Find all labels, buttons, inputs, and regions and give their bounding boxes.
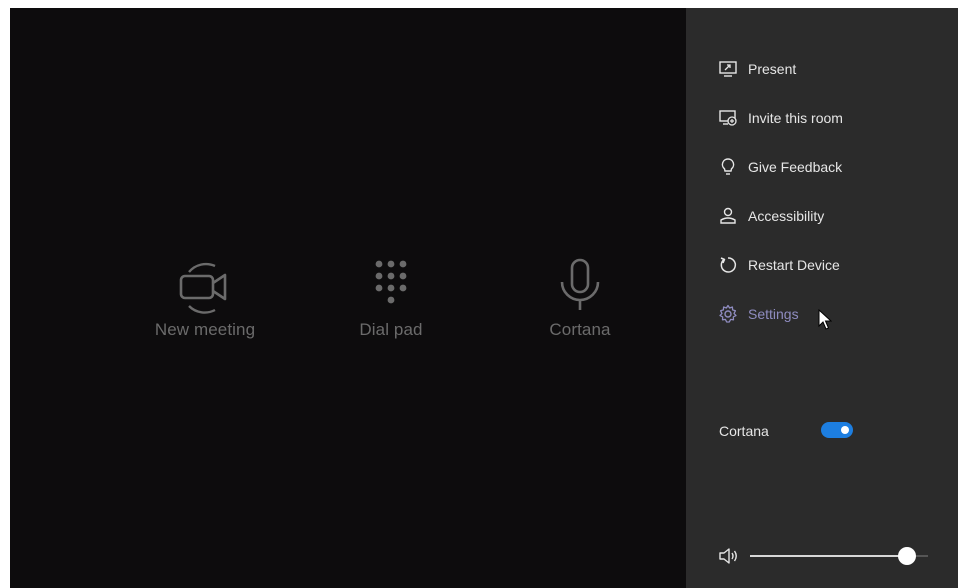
volume-control [686, 544, 958, 568]
dial-pad-label: Dial pad [359, 320, 423, 339]
menu-item-present[interactable]: Present [686, 52, 958, 86]
menu-item-restart-device-label: Restart Device [748, 257, 840, 273]
microphone-icon [560, 258, 600, 310]
menu-item-restart-device[interactable]: Restart Device [686, 248, 958, 282]
gear-icon [719, 304, 737, 323]
menu-item-give-feedback-label: Give Feedback [748, 159, 843, 175]
accessibility-icon [720, 207, 736, 224]
present-screen-icon [719, 61, 737, 77]
menu-item-present-label: Present [748, 61, 797, 77]
volume-slider-track[interactable] [750, 547, 928, 565]
cortana-setting-row: Cortana [686, 420, 958, 444]
volume-slider-thumb[interactable] [897, 547, 916, 565]
room-display: New meeting Dial pad Cortana Present Inv… [10, 8, 958, 588]
cortana-toggle-label: Cortana [719, 423, 769, 439]
new-meeting-label: New meeting [154, 320, 256, 339]
toggle-knob [841, 426, 849, 434]
restart-icon [720, 257, 737, 273]
menu-item-accessibility[interactable]: Accessibility [686, 199, 958, 233]
menu-item-invite-room[interactable]: Invite this room [686, 101, 958, 135]
menu-item-accessibility-label: Accessibility [748, 208, 825, 224]
cortana-button[interactable]: Cortana [500, 258, 660, 358]
dial-pad-button[interactable]: Dial pad [311, 258, 471, 358]
home-screen: New meeting Dial pad Cortana [10, 8, 686, 588]
volume-slider-fill [750, 555, 907, 557]
mouse-cursor-icon [818, 309, 832, 330]
cortana-toggle-switch[interactable] [821, 422, 853, 438]
dial-pad-icon [375, 260, 407, 304]
new-meeting-button[interactable]: New meeting [125, 258, 285, 358]
side-menu-panel: Present Invite this room Give Feedback A… [686, 8, 958, 588]
lightbulb-icon [721, 158, 735, 175]
video-camera-icon [179, 262, 227, 314]
invite-room-icon [719, 110, 737, 126]
speaker-icon[interactable] [718, 546, 740, 566]
menu-item-invite-room-label: Invite this room [748, 110, 843, 126]
cortana-label: Cortana [549, 320, 611, 339]
menu-item-give-feedback[interactable]: Give Feedback [686, 150, 958, 184]
menu-item-settings-label: Settings [748, 306, 799, 322]
